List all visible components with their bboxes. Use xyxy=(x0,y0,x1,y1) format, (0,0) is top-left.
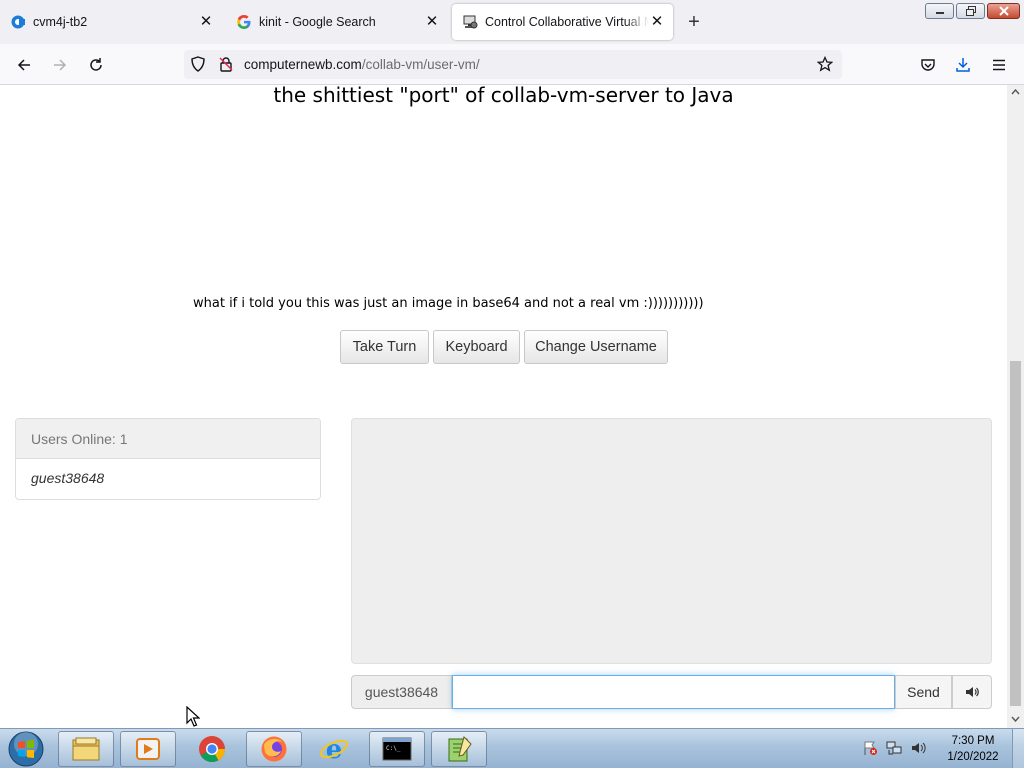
taskbar-command-prompt[interactable]: C:\_ xyxy=(369,731,425,767)
taskbar-notepad-plus[interactable] xyxy=(431,731,487,767)
restore-window-button[interactable] xyxy=(956,3,985,19)
collabvm-icon xyxy=(10,14,26,30)
close-tab-icon[interactable]: ✕ xyxy=(649,14,665,30)
change-username-button[interactable]: Change Username xyxy=(524,330,668,364)
lock-icon[interactable] xyxy=(218,56,234,75)
users-list: guest38648 xyxy=(16,459,320,497)
chat-username-label: guest38648 xyxy=(351,675,452,709)
chat-messages-box xyxy=(351,418,992,664)
chat-input-row: guest38648 Send xyxy=(351,675,992,709)
action-center-flag-icon[interactable] xyxy=(862,740,878,759)
command-prompt-icon: C:\_ xyxy=(382,737,412,761)
svg-text:C:\_: C:\_ xyxy=(386,745,401,752)
google-icon xyxy=(236,14,252,30)
keyboard-button[interactable]: Keyboard xyxy=(433,330,520,364)
downloads-button[interactable] xyxy=(950,52,976,78)
pocket-icon xyxy=(921,59,935,71)
firefox-icon xyxy=(261,736,287,762)
start-button[interactable] xyxy=(6,730,46,768)
send-button[interactable]: Send xyxy=(895,675,952,709)
scrollbar-thumb[interactable] xyxy=(1010,361,1021,706)
mouse-cursor-icon xyxy=(186,705,201,731)
speaker-icon xyxy=(966,687,979,697)
windows-start-orb-icon xyxy=(8,731,44,767)
url-text[interactable]: computernewb.com/collab-vm/user-vm/ xyxy=(244,57,480,72)
tab-collab-vm[interactable]: Control Collaborative Virtual M ✕ xyxy=(452,4,673,40)
taskbar-firefox[interactable] xyxy=(246,731,302,767)
taskbar-explorer[interactable] xyxy=(58,731,114,767)
taskbar-chrome[interactable] xyxy=(184,731,240,767)
system-tray xyxy=(862,733,926,765)
tab-title: kinit - Google Search xyxy=(259,15,376,29)
screen: cvm4j-tb2 ✕ kinit - Google Search ✕ Cont… xyxy=(0,0,1024,768)
users-online-panel: Users Online: 1 guest38648 xyxy=(15,418,321,500)
clock-time: 7:30 PM xyxy=(951,735,995,747)
windows-taskbar: e C:\_ 7:30 PM 1/20/2022 xyxy=(0,728,1024,768)
clock-date: 1/20/2022 xyxy=(947,751,999,763)
forward-button[interactable] xyxy=(47,52,73,78)
vm-title: the shittiest "port" of collab-vm-server… xyxy=(273,85,734,107)
page-scrollbar[interactable] xyxy=(1007,85,1024,728)
minimize-window-button[interactable] xyxy=(925,3,954,19)
reload-icon xyxy=(90,58,102,71)
forward-arrow-icon xyxy=(54,59,67,71)
scroll-up-arrow-icon xyxy=(1011,89,1020,95)
folder-icon xyxy=(72,737,100,761)
download-icon xyxy=(956,58,970,72)
users-online-heading: Users Online: 1 xyxy=(16,419,320,459)
sound-toggle-button[interactable] xyxy=(952,675,992,709)
tracking-protection-shield-icon[interactable] xyxy=(190,56,206,75)
close-tab-icon[interactable]: ✕ xyxy=(424,14,440,30)
back-arrow-icon xyxy=(17,59,30,71)
collabvm-computer-icon xyxy=(462,14,478,30)
notepad-plus-icon xyxy=(448,736,472,762)
back-button[interactable] xyxy=(11,52,37,78)
chrome-icon xyxy=(199,736,226,763)
new-tab-button[interactable]: + xyxy=(684,12,704,32)
page-content: the shittiest "port" of collab-vm-server… xyxy=(0,85,1007,728)
chat-message-input[interactable] xyxy=(452,675,895,709)
hamburger-menu-icon xyxy=(993,59,1005,71)
internet-explorer-icon: e xyxy=(320,735,348,763)
taskbar-media-player[interactable] xyxy=(120,731,176,767)
url-bar[interactable]: computernewb.com/collab-vm/user-vm/ xyxy=(184,50,842,79)
taskbar-internet-explorer[interactable]: e xyxy=(306,731,362,767)
volume-icon[interactable] xyxy=(910,740,926,759)
pocket-button[interactable] xyxy=(915,52,941,78)
scroll-down-arrow-icon xyxy=(1011,716,1020,722)
tab-title: cvm4j-tb2 xyxy=(33,15,88,29)
vm-caption: what if i told you this was just an imag… xyxy=(193,296,704,311)
url-path: /collab-vm/user-vm/ xyxy=(361,57,480,72)
tab-strip: cvm4j-tb2 ✕ kinit - Google Search ✕ Cont… xyxy=(0,0,1024,44)
tab-title: Control Collaborative Virtual M xyxy=(485,15,649,29)
close-tab-icon[interactable]: ✕ xyxy=(198,14,214,30)
navigation-bar: computernewb.com/collab-vm/user-vm/ xyxy=(0,44,1024,85)
network-icon[interactable] xyxy=(886,740,902,759)
svg-text:e: e xyxy=(326,735,343,763)
bookmark-star-icon[interactable] xyxy=(816,55,834,75)
url-domain: computernewb.com xyxy=(244,57,362,72)
app-menu-button[interactable] xyxy=(986,52,1012,78)
user-list-item[interactable]: guest38648 xyxy=(16,459,320,497)
reload-button[interactable] xyxy=(83,52,109,78)
taskbar-clock[interactable]: 7:30 PM 1/20/2022 xyxy=(940,733,1006,765)
close-window-button[interactable] xyxy=(987,3,1020,19)
take-turn-button[interactable]: Take Turn xyxy=(340,330,429,364)
media-player-icon xyxy=(136,738,160,760)
tab-google-search[interactable]: kinit - Google Search ✕ xyxy=(226,4,448,40)
show-desktop-button[interactable] xyxy=(1012,729,1024,768)
tab-cvm4j[interactable]: cvm4j-tb2 ✕ xyxy=(0,4,222,40)
